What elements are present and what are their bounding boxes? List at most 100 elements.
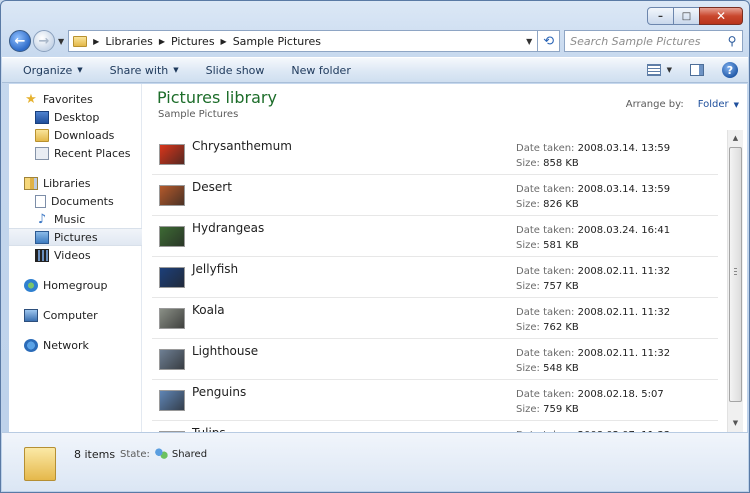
library-header: Pictures library Sample Pictures Arrange… xyxy=(142,84,747,130)
share-with-button[interactable]: Share with ▼ xyxy=(110,64,179,77)
picture-thumbnail xyxy=(159,390,185,411)
change-view-icon[interactable] xyxy=(646,64,661,76)
picture-thumbnail xyxy=(159,185,185,206)
nav-computer[interactable]: Computer xyxy=(9,306,141,324)
scroll-down-button[interactable]: ▼ xyxy=(728,415,743,431)
nav-documents[interactable]: Documents xyxy=(9,192,141,210)
file-size: Size: 548 KB xyxy=(516,363,579,374)
file-row[interactable]: Koala Date taken: 2008.02.11. 11:32 Size: … xyxy=(152,298,718,339)
preview-pane-icon[interactable] xyxy=(690,64,704,76)
organize-button[interactable]: Organize ▼ xyxy=(23,64,83,77)
breadcrumb-pictures[interactable]: Pictures xyxy=(171,35,215,48)
slide-show-button[interactable]: Slide show xyxy=(206,64,265,77)
folder-icon xyxy=(24,447,56,481)
picture-thumbnail xyxy=(159,308,185,329)
file-name: Desert xyxy=(192,180,232,194)
file-meta: Date taken: 2008.03.24. 16:41 Size: 581 K… xyxy=(516,223,670,253)
file-name: Penguins xyxy=(192,385,247,399)
homegroup-icon xyxy=(24,278,38,292)
nav-music[interactable]: ♪ Music xyxy=(9,210,141,228)
folder-icon xyxy=(73,35,88,47)
help-icon[interactable]: ? xyxy=(722,62,738,78)
close-button[interactable]: ✕ xyxy=(699,7,743,25)
file-row[interactable]: Desert Date taken: 2008.03.14. 13:59 Size:… xyxy=(152,175,718,216)
minimize-button[interactable]: – xyxy=(647,7,674,25)
address-dropdown-icon[interactable]: ▼ xyxy=(521,37,537,46)
file-row[interactable]: Chrysanthemum Date taken: 2008.03.14. 13:… xyxy=(152,134,718,175)
search-box[interactable]: Search Sample Pictures ⚲ xyxy=(564,30,743,52)
arrange-by-dropdown[interactable]: Folder xyxy=(698,99,729,110)
scroll-up-button[interactable]: ▲ xyxy=(728,130,743,146)
navigation-pane: ★ Favorites Desktop Downloads Recent Plac… xyxy=(9,84,142,433)
chevron-down-icon: ▼ xyxy=(77,66,83,74)
nav-downloads[interactable]: Downloads xyxy=(9,126,141,144)
new-folder-button[interactable]: New folder xyxy=(291,64,350,77)
caption-buttons: – □ ✕ xyxy=(647,7,743,25)
forward-button[interactable]: → xyxy=(33,30,55,52)
scrollbar-grip xyxy=(734,268,737,277)
nav-network[interactable]: Network xyxy=(9,336,141,354)
command-bar-right: ▼ ? xyxy=(646,62,748,78)
file-row[interactable]: Jellyfish Date taken: 2008.02.11. 11:32 Si… xyxy=(152,257,718,298)
file-row[interactable]: Hydrangeas Date taken: 2008.03.24. 16:41 S… xyxy=(152,216,718,257)
arrange-by-label: Arrange by: xyxy=(625,99,684,110)
date-taken: Date taken: 2008.03.24. 16:41 xyxy=(516,225,671,236)
maximize-icon: □ xyxy=(681,10,692,22)
chevron-down-icon[interactable]: ▼ xyxy=(734,101,739,109)
file-size: Size: 858 KB xyxy=(516,158,579,169)
close-icon: ✕ xyxy=(715,9,727,23)
libraries-group: Libraries Documents ♪ Music Pictures Vide… xyxy=(9,174,142,264)
date-taken: Date taken: 2008.02.11. 11:32 xyxy=(516,307,671,318)
picture-thumbnail xyxy=(159,349,185,370)
recent-pages-dropdown[interactable]: ▼ xyxy=(58,37,64,46)
computer-group: Computer xyxy=(9,306,141,324)
minimize-icon: – xyxy=(658,10,663,22)
navigation-row: ← → ▼ ▶ Libraries ▶ Pictures ▶ Sample Pi… xyxy=(9,29,743,53)
item-count: 8 items xyxy=(74,448,116,461)
picture-thumbnail xyxy=(159,226,185,247)
file-name: Jellyfish xyxy=(192,262,239,276)
date-taken: Date taken: 2008.03.14. 13:59 xyxy=(516,184,671,195)
nav-desktop[interactable]: Desktop xyxy=(9,108,141,126)
nav-recent-places[interactable]: Recent Places xyxy=(9,144,141,162)
command-bar: Organize ▼ Share with ▼ Slide show New fol… xyxy=(2,57,748,83)
file-row[interactable]: Lighthouse Date taken: 2008.02.11. 11:32 S… xyxy=(152,339,718,380)
scrollbar-thumb[interactable] xyxy=(729,147,742,402)
file-size: Size: 762 KB xyxy=(516,322,579,333)
maximize-button[interactable]: □ xyxy=(673,7,700,25)
state-value: Shared xyxy=(171,448,208,460)
back-button[interactable]: ← xyxy=(9,30,31,52)
date-taken: Date taken: 2008.02.11. 11:32 xyxy=(516,266,671,277)
chevron-right-icon[interactable]: ▶ xyxy=(221,37,227,46)
breadcrumb-sample-pictures[interactable]: Sample Pictures xyxy=(233,35,321,48)
nav-pictures[interactable]: Pictures xyxy=(9,228,142,246)
view-options-dropdown[interactable]: ▼ xyxy=(667,66,672,74)
search-icon[interactable]: ⚲ xyxy=(722,34,742,48)
file-size: Size: 759 KB xyxy=(516,404,579,415)
picture-thumbnail xyxy=(159,267,185,288)
nav-videos[interactable]: Videos xyxy=(9,246,141,264)
search-input[interactable]: Search Sample Pictures xyxy=(570,35,722,48)
shared-users-icon xyxy=(154,448,168,460)
file-meta: Date taken: 2008.03.14. 13:59 Size: 826 K… xyxy=(516,182,670,212)
file-name: Lighthouse xyxy=(192,344,259,358)
file-size: Size: 757 KB xyxy=(516,281,579,292)
vertical-scrollbar[interactable]: ▲ ▼ xyxy=(727,130,743,433)
nav-homegroup[interactable]: Homegroup xyxy=(9,276,141,294)
nav-favorites[interactable]: ★ Favorites xyxy=(9,90,141,108)
refresh-icon: ⟲ xyxy=(543,33,555,49)
address-bar[interactable]: ▶ Libraries ▶ Pictures ▶ Sample Pictures… xyxy=(68,30,539,52)
share-state: State: Shared xyxy=(120,448,207,460)
chevron-right-icon[interactable]: ▶ xyxy=(93,37,99,46)
network-group: Network xyxy=(9,336,141,354)
picture-thumbnail xyxy=(159,144,185,165)
refresh-button[interactable]: ⟲ xyxy=(538,30,561,52)
nav-libraries[interactable]: Libraries xyxy=(9,174,141,192)
chevron-down-icon: ▼ xyxy=(173,66,179,74)
file-name: Koala xyxy=(192,303,225,317)
star-icon: ★ xyxy=(25,91,37,107)
file-row[interactable]: Penguins Date taken: 2008.02.18. 5:07 Size… xyxy=(152,380,718,421)
file-name: Chrysanthemum xyxy=(192,139,292,153)
breadcrumb-libraries[interactable]: Libraries xyxy=(105,35,153,48)
chevron-right-icon[interactable]: ▶ xyxy=(159,37,165,46)
